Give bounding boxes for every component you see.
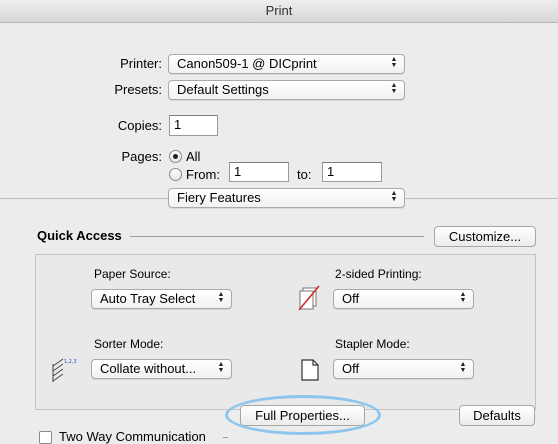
sorter-icon: 1,2,3 <box>52 358 77 382</box>
document-icon <box>301 359 319 381</box>
printer-value: Canon509-1 @ DICprint <box>177 56 317 71</box>
quick-access-rule <box>130 236 424 237</box>
chevron-updown-icon: ▲ ▼ <box>390 56 398 69</box>
stapler-value: Off <box>342 361 360 376</box>
presets-label: Presets: <box>114 82 162 97</box>
sorter-value: Collate without... <box>100 361 197 376</box>
section-popup-value: Fiery Features <box>177 190 261 205</box>
chevron-updown-icon: ▲ ▼ <box>459 291 467 304</box>
pages-from-radio[interactable] <box>169 168 182 181</box>
copies-field[interactable]: 1 <box>169 115 218 136</box>
pages-label: Pages: <box>121 149 162 164</box>
no-duplex-icon <box>298 285 320 311</box>
highlight-ellipse <box>225 395 381 435</box>
printer-label: Printer: <box>120 56 162 71</box>
chevron-updown-icon: ▲ ▼ <box>217 291 225 304</box>
copies-label: Copies: <box>117 118 162 133</box>
chevron-updown-icon: ▲ ▼ <box>390 82 398 95</box>
chevron-updown-icon: ▲ ▼ <box>459 361 467 374</box>
pages-from-field[interactable]: 1 <box>229 162 289 182</box>
sorter-label: Sorter Mode: <box>94 337 164 351</box>
paper-source-value: Auto Tray Select <box>100 291 196 306</box>
section-popup[interactable]: Fiery Features ▲ ▼ <box>168 188 405 208</box>
sorter-popup[interactable]: Collate without... ▲ ▼ <box>91 359 232 379</box>
two-way-label: Two Way Communication <box>59 429 206 444</box>
pages-from-label: From: <box>186 167 220 182</box>
pages-to-label: to: <box>297 167 312 182</box>
two-way-checkbox[interactable] <box>39 431 52 444</box>
svg-text:1,2,3: 1,2,3 <box>64 359 77 365</box>
customize-button[interactable]: Customize... <box>434 226 536 247</box>
quick-access-title: Quick Access <box>37 228 122 243</box>
two-sided-popup[interactable]: Off ▲ ▼ <box>333 289 474 309</box>
two-way-rule <box>223 437 228 438</box>
window-title: Print <box>0 0 558 23</box>
pages-all-label: All <box>186 149 201 164</box>
pages-to-field[interactable]: 1 <box>322 162 382 182</box>
separator-left <box>0 198 168 199</box>
paper-source-popup[interactable]: Auto Tray Select ▲ ▼ <box>91 289 232 309</box>
pages-all-radio[interactable] <box>169 150 182 163</box>
two-sided-value: Off <box>342 291 360 306</box>
two-sided-label: 2-sided Printing: <box>335 267 422 281</box>
presets-value: Default Settings <box>177 82 269 97</box>
stapler-label: Stapler Mode: <box>335 337 410 351</box>
paper-source-label: Paper Source: <box>94 267 171 281</box>
chevron-updown-icon: ▲ ▼ <box>390 190 398 203</box>
printer-popup[interactable]: Canon509-1 @ DICprint ▲ ▼ <box>168 54 405 74</box>
separator-right <box>405 198 558 199</box>
stapler-popup[interactable]: Off ▲ ▼ <box>333 359 474 379</box>
presets-popup[interactable]: Default Settings ▲ ▼ <box>168 80 405 100</box>
defaults-button[interactable]: Defaults <box>459 405 535 426</box>
chevron-updown-icon: ▲ ▼ <box>217 361 225 374</box>
